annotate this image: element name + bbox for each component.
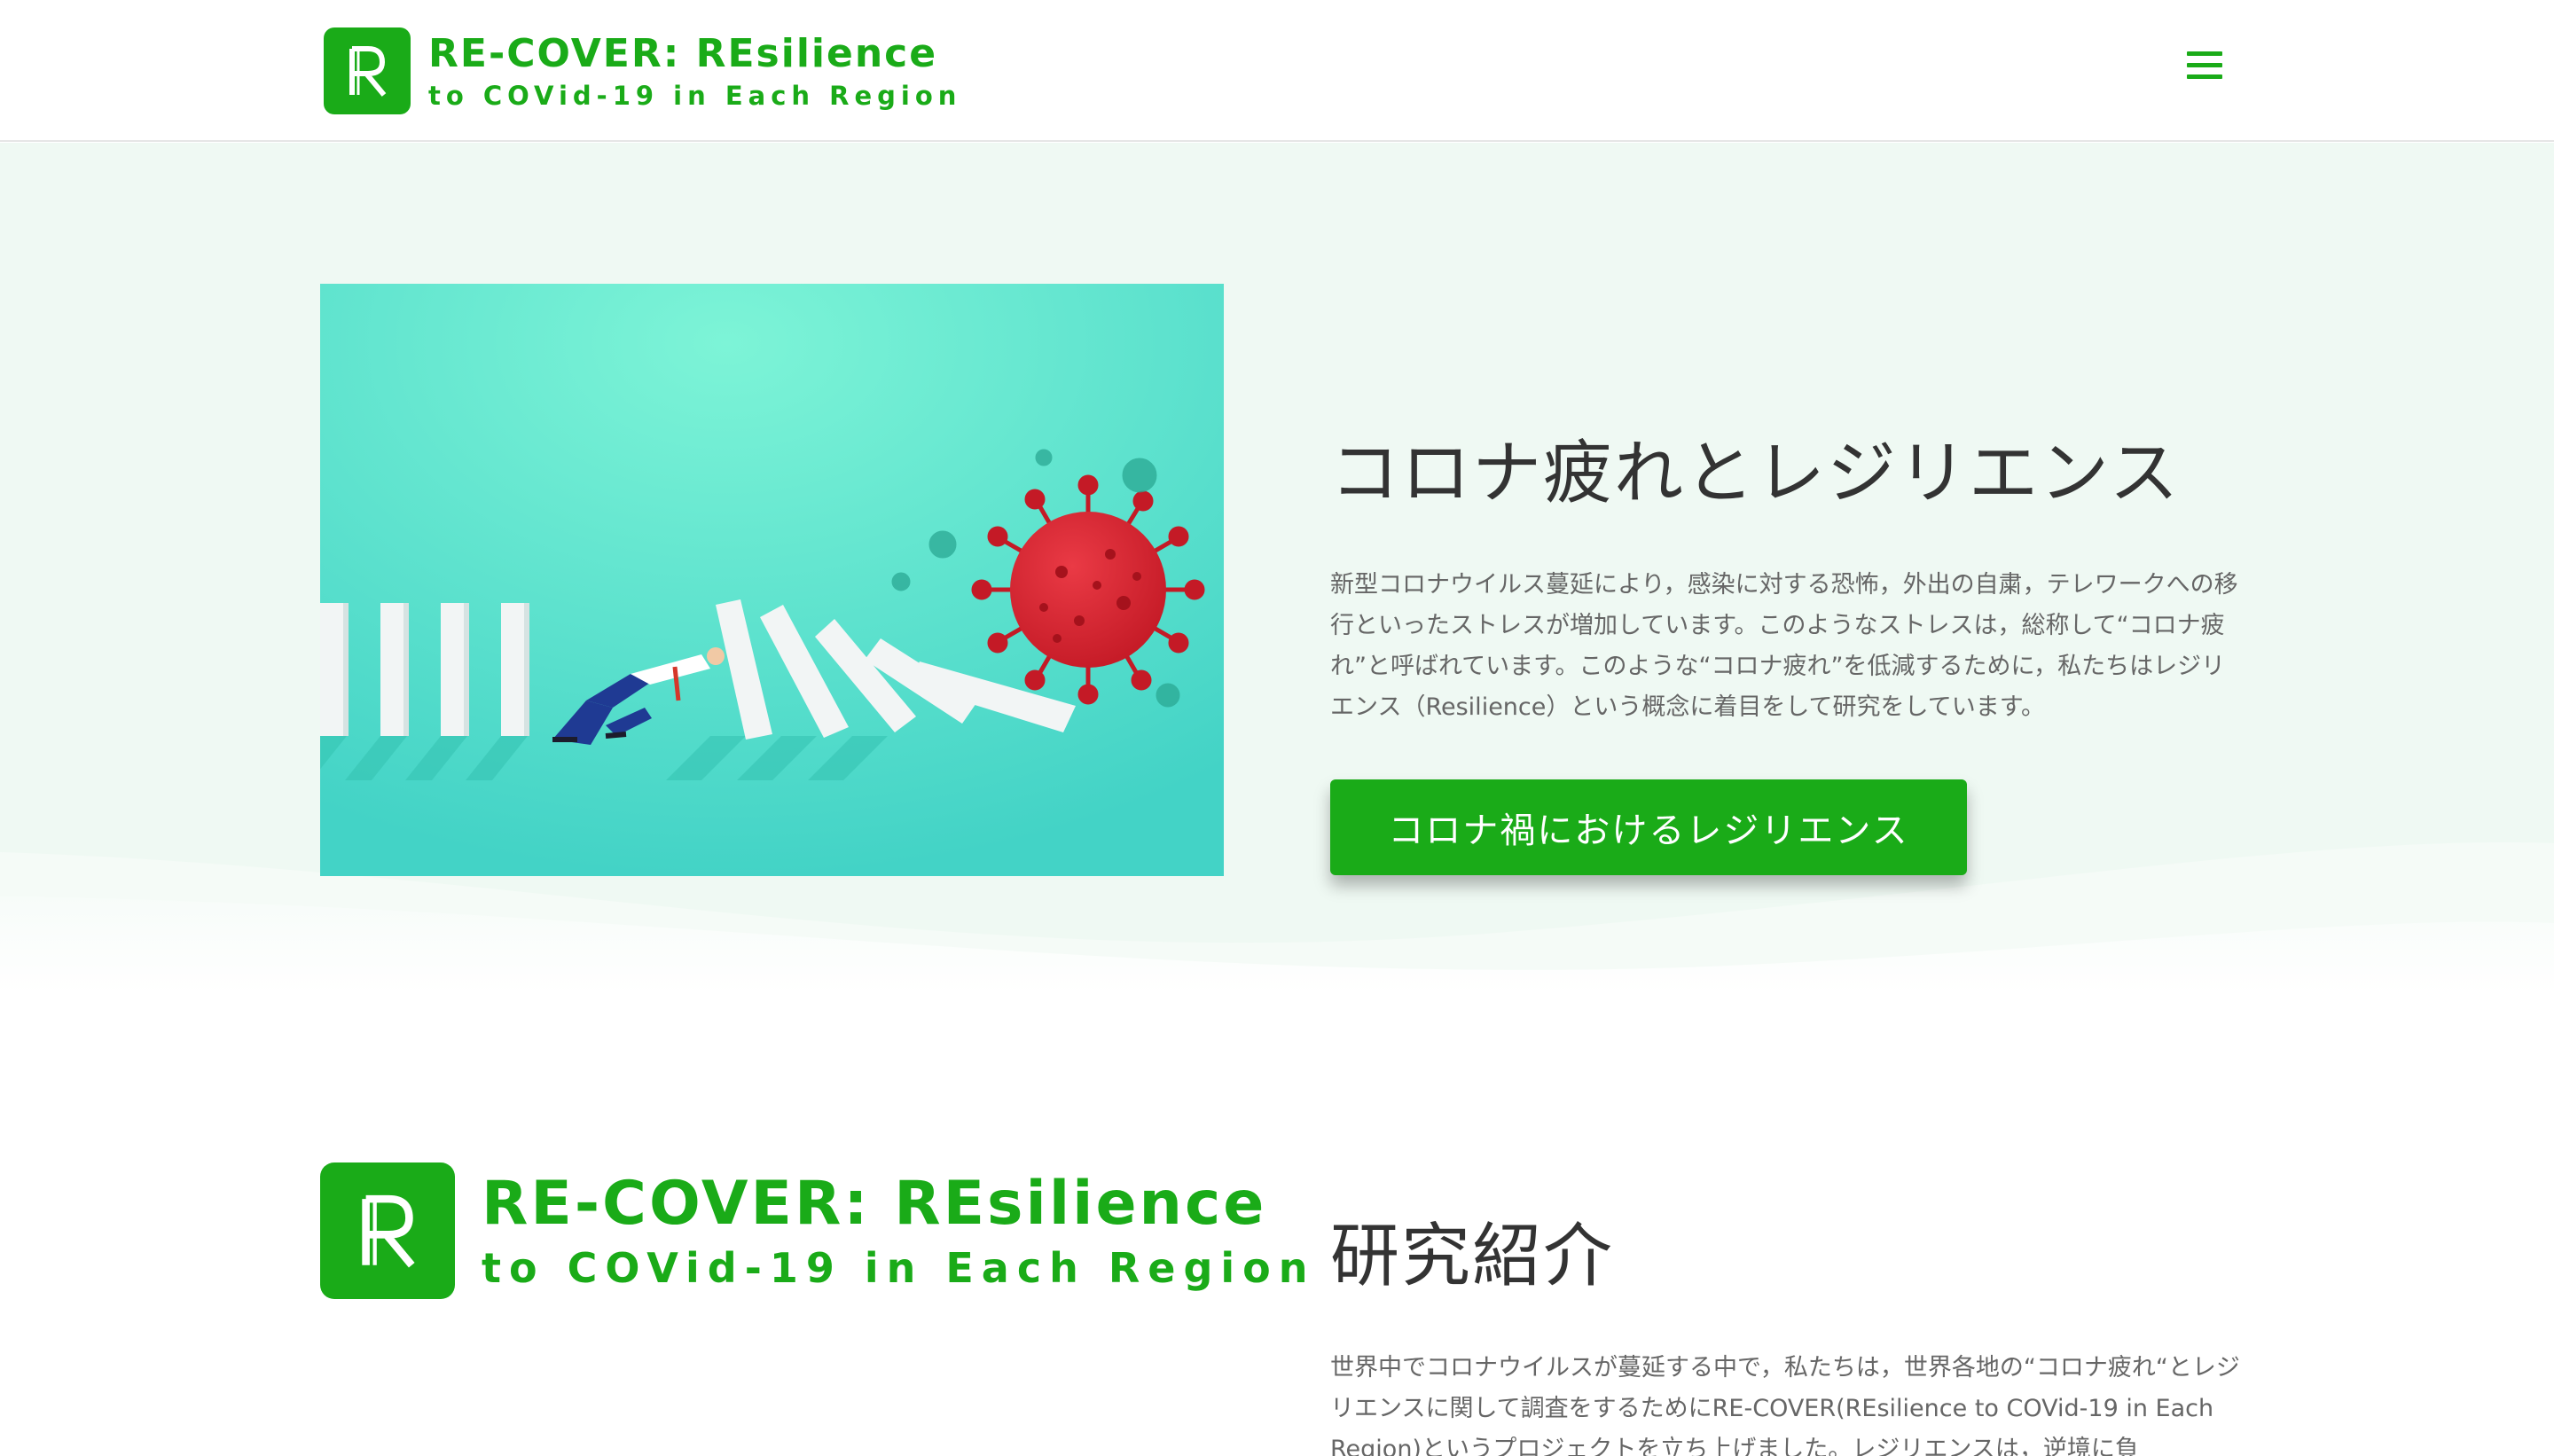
r-letter-icon: [349, 46, 387, 97]
research-logo-subtitle: to COVid-19 in Each Region: [482, 1244, 1316, 1292]
illustration-svg: [320, 284, 1224, 876]
research-body-text: 世界中でコロナウイルスが蔓延する中で，私たちは，世界各地の“コロナ疲れ“とレジリ…: [1330, 1354, 2240, 1456]
brand-logo-icon: [324, 27, 411, 114]
research-title: 研究紹介: [1330, 1217, 1615, 1296]
brand-logo-link[interactable]: RE-COVER: REsilience to COVid-19 in Each…: [324, 27, 961, 114]
brand-subtitle: to COVid-19 in Each Region: [428, 81, 962, 111]
research-logo: RE-COVER: REsilience to COVid-19 in Each…: [320, 1162, 1316, 1299]
brand-text: RE-COVER: REsilience to COVid-19 in Each…: [428, 30, 961, 112]
resilience-in-covid-button[interactable]: コロナ禍におけるレジリエンス: [1330, 779, 1967, 875]
site-header: RE-COVER: REsilience to COVid-19 in Each…: [0, 0, 2554, 142]
hero-body-text: 新型コロナウイルス蔓延により，感染に対する恐怖，外出の自粛，テレワークへの移行と…: [1330, 571, 2238, 721]
research-logo-title: RE-COVER: REsilience: [482, 1169, 1267, 1239]
research-logo-text: RE-COVER: REsilience to COVid-19 in Each…: [482, 1169, 1316, 1293]
hero-title: コロナ疲れとレジリエンス: [1330, 434, 2181, 513]
research-logo-icon: [320, 1162, 455, 1299]
brand-title: RE-COVER: REsilience: [428, 31, 938, 76]
r-letter-icon: [362, 1194, 415, 1268]
hamburger-menu-icon[interactable]: [2187, 51, 2226, 85]
domino-virus-illustration: [320, 284, 1224, 876]
hero-section: コロナ疲れとレジリエンス 新型コロナウイルス蔓延により，感染に対する恐怖，外出の…: [0, 143, 2554, 994]
